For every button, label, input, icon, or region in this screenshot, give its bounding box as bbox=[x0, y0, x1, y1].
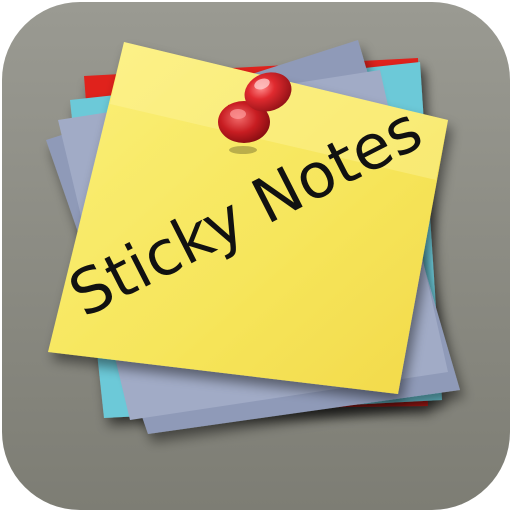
app-icon[interactable]: Sticky Notes bbox=[0, 0, 512, 512]
sticky-notes-artwork: Sticky Notes bbox=[2, 2, 510, 510]
